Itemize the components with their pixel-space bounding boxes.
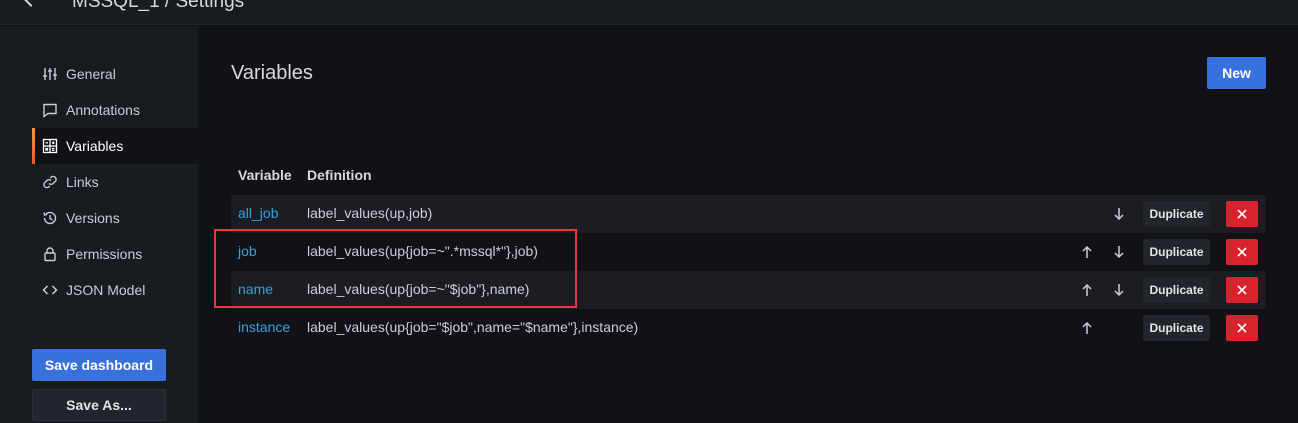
code-icon	[42, 282, 58, 298]
top-bar: MSSQL_1 / Settings	[0, 0, 1298, 25]
column-header-definition: Definition	[307, 167, 372, 183]
sidebar-item-permissions[interactable]: Permissions	[32, 236, 198, 272]
table-row: all_job label_values(up,job) Duplicate	[231, 195, 1266, 233]
sidebar-item-label: Versions	[66, 210, 120, 226]
sliders-icon	[42, 66, 58, 82]
arrow-up-icon[interactable]	[1079, 320, 1095, 336]
duplicate-button[interactable]: Duplicate	[1143, 201, 1210, 227]
save-as-button[interactable]: Save As...	[32, 389, 166, 421]
variable-name-link[interactable]: name	[238, 281, 273, 297]
save-dashboard-button[interactable]: Save dashboard	[32, 349, 166, 381]
close-icon	[1237, 285, 1247, 295]
breadcrumb: MSSQL_1 / Settings	[72, 0, 245, 12]
sidebar-item-links[interactable]: Links	[32, 164, 198, 200]
delete-button[interactable]	[1226, 201, 1258, 227]
back-arrow-icon[interactable]	[21, 0, 41, 7]
arrow-up-icon[interactable]	[1079, 244, 1095, 260]
page-title: Variables	[231, 62, 313, 84]
sidebar-item-label: Links	[66, 174, 99, 190]
sidebar-item-annotations[interactable]: Annotations	[32, 92, 198, 128]
delete-button[interactable]	[1226, 315, 1258, 341]
duplicate-button[interactable]: Duplicate	[1143, 277, 1210, 303]
sidebar-item-general[interactable]: General	[32, 56, 198, 92]
new-variable-button[interactable]: New	[1207, 57, 1266, 89]
variable-definition: label_values(up{job=~"$job"},name)	[307, 281, 530, 297]
variable-definition: label_values(up{job="$job",name="$name"}…	[307, 319, 639, 335]
table-row: name label_values(up{job=~"$job"},name) …	[231, 271, 1266, 309]
sidebar-item-label: General	[66, 66, 116, 82]
arrow-down-icon[interactable]	[1111, 206, 1127, 222]
comment-icon	[42, 102, 58, 118]
sidebar-item-label: Permissions	[66, 246, 143, 262]
sidebar-item-label: Annotations	[66, 102, 140, 118]
sidebar-item-variables[interactable]: Variables	[32, 128, 198, 164]
sidebar-item-label: Variables	[66, 138, 124, 154]
arrow-down-icon[interactable]	[1111, 282, 1127, 298]
delete-button[interactable]	[1226, 239, 1258, 265]
variable-name-link[interactable]: all_job	[238, 205, 278, 221]
lock-icon	[42, 246, 58, 262]
column-header-variable: Variable	[238, 167, 292, 183]
calculator-icon	[42, 138, 58, 154]
settings-sidebar: General Annotations Variables Links Vers…	[0, 26, 198, 423]
close-icon	[1237, 323, 1247, 333]
history-icon	[42, 210, 58, 226]
sidebar-item-json-model[interactable]: JSON Model	[32, 272, 198, 308]
arrow-down-icon[interactable]	[1111, 244, 1127, 260]
link-icon	[42, 174, 58, 190]
variable-name-link[interactable]: job	[238, 243, 257, 259]
variable-definition: label_values(up,job)	[307, 205, 433, 221]
variable-name-link[interactable]: instance	[238, 319, 290, 335]
delete-button[interactable]	[1226, 277, 1258, 303]
table-row: job label_values(up{job=~".*mssql*"},job…	[231, 233, 1266, 271]
arrow-up-icon[interactable]	[1079, 282, 1095, 298]
duplicate-button[interactable]: Duplicate	[1143, 239, 1210, 265]
close-icon	[1237, 247, 1247, 257]
duplicate-button[interactable]: Duplicate	[1143, 315, 1210, 341]
sidebar-item-label: JSON Model	[66, 282, 146, 298]
close-icon	[1237, 209, 1247, 219]
table-row: instance label_values(up{job="$job",name…	[231, 309, 1266, 347]
sidebar-item-versions[interactable]: Versions	[32, 200, 198, 236]
variable-definition: label_values(up{job=~".*mssql*"},job)	[307, 243, 538, 259]
